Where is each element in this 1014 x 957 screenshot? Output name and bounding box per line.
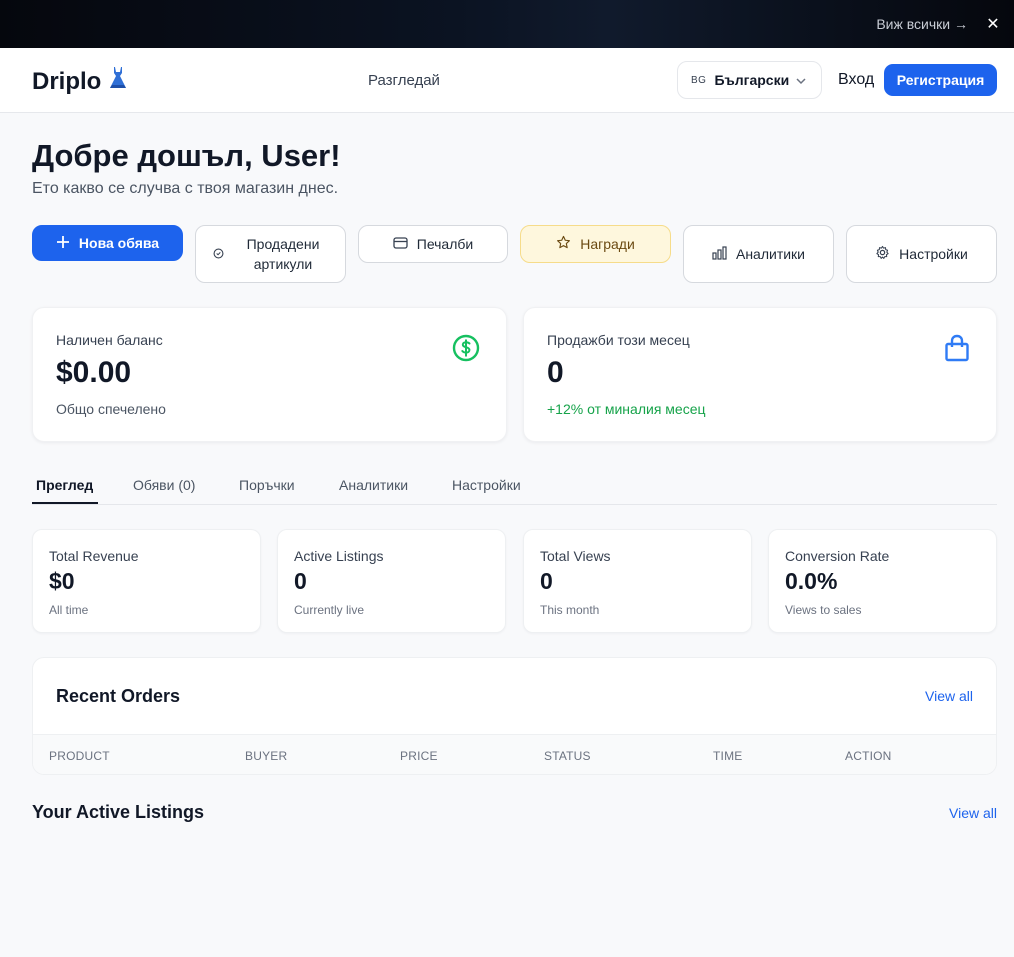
column-header-status: STATUS xyxy=(544,749,591,763)
announcement-bar: Виж всички → ✕ xyxy=(0,0,1014,48)
dashboard-tabs: Преглед Обяви (0) Поръчки Аналитики Наст… xyxy=(32,466,997,505)
new-listing-button[interactable]: Нова обява xyxy=(32,225,183,261)
column-header-product: PRODUCT xyxy=(49,749,110,763)
column-header-price: PRICE xyxy=(400,749,438,763)
active-listings-title: Your Active Listings xyxy=(32,802,205,822)
bar-chart-icon xyxy=(712,245,727,263)
listings-view-all-link[interactable]: View all xyxy=(949,805,997,821)
credit-card-icon xyxy=(393,236,408,252)
stat-card-active-listings: Active Listings 0 Currently live xyxy=(277,529,506,633)
register-button[interactable]: Регистрация xyxy=(884,64,997,96)
site-header: Driplo Разгледай BG Български Вход Регис… xyxy=(0,48,1014,113)
plus-icon xyxy=(56,235,70,252)
stat-label: Total Revenue xyxy=(49,548,139,564)
language-selector[interactable]: BG Български xyxy=(677,61,822,99)
stat-card-views: Total Views 0 This month xyxy=(523,529,752,633)
page-title: Добре дошъл, User! xyxy=(32,138,341,173)
column-header-action: ACTION xyxy=(845,749,892,763)
tab-analytics[interactable]: Аналитики xyxy=(339,477,408,493)
rewards-label: Награди xyxy=(580,236,635,252)
stat-value: $0 xyxy=(49,568,75,594)
tab-settings[interactable]: Настройки xyxy=(452,477,521,493)
analytics-label: Аналитики xyxy=(735,246,806,262)
page-subtitle: Ето какво се случва с твоя магазин днес. xyxy=(32,180,339,197)
balance-value: $0.00 xyxy=(56,356,132,389)
orders-table-header: PRODUCT BUYER PRICE STATUS TIME ACTION xyxy=(33,734,996,774)
active-tab-indicator xyxy=(32,502,98,504)
column-header-buyer: BUYER xyxy=(245,749,288,763)
balance-card: Наличен баланс $0.00 Общо спечелено xyxy=(32,307,507,442)
stat-sub: Views to sales xyxy=(785,603,862,617)
stat-card-revenue: Total Revenue $0 All time xyxy=(32,529,261,633)
balance-label: Наличен баланс xyxy=(56,332,163,348)
tab-orders[interactable]: Поръчки xyxy=(239,477,295,493)
sales-label: Продажби този месец xyxy=(547,332,690,348)
new-listing-label: Нова обява xyxy=(78,235,160,251)
banner-view-all-link[interactable]: Виж всички → xyxy=(876,16,968,32)
language-name: Български xyxy=(714,72,790,88)
stat-label: Total Views xyxy=(540,548,611,564)
stat-label: Active Listings xyxy=(294,548,384,564)
nav-browse-link[interactable]: Разгледай xyxy=(368,72,440,89)
login-link[interactable]: Вход xyxy=(838,71,874,89)
stat-value: 0 xyxy=(294,568,307,594)
logo[interactable]: Driplo xyxy=(32,66,129,97)
star-icon xyxy=(556,235,571,253)
stat-value: 0.0% xyxy=(785,568,838,594)
balance-sub: Общо спечелено xyxy=(56,401,166,417)
chevron-down-icon xyxy=(795,74,807,92)
tab-listings[interactable]: Обяви (0) xyxy=(133,477,195,493)
settings-label: Настройки xyxy=(899,246,968,262)
stat-sub: Currently live xyxy=(294,603,365,617)
recent-orders-panel: Recent Orders View all PRODUCT BUYER PRI… xyxy=(32,657,997,775)
recent-orders-title: Recent Orders xyxy=(56,686,181,706)
sold-items-label: Продадени артикули xyxy=(246,236,320,272)
close-icon[interactable]: ✕ xyxy=(986,14,1000,34)
earnings-label: Печалби xyxy=(416,236,474,252)
tab-overview[interactable]: Преглед xyxy=(36,477,93,493)
stat-label: Conversion Rate xyxy=(785,548,890,564)
stat-value: 0 xyxy=(540,568,553,594)
dress-icon xyxy=(107,66,129,97)
sales-card: Продажби този месец 0 +12% от миналия ме… xyxy=(523,307,997,442)
sales-sub: +12% от миналия месец xyxy=(547,401,706,417)
shopping-bag-icon xyxy=(944,334,970,367)
dollar-circle-icon xyxy=(452,334,480,367)
stat-sub: This month xyxy=(540,603,600,617)
check-circle-icon xyxy=(213,246,224,262)
gear-icon xyxy=(875,245,890,263)
analytics-button[interactable]: Аналитики xyxy=(683,225,834,283)
column-header-time: TIME xyxy=(713,749,743,763)
rewards-button[interactable]: Награди xyxy=(520,225,671,263)
stat-sub: All time xyxy=(49,603,89,617)
earnings-button[interactable]: Печалби xyxy=(358,225,508,263)
logo-text: Driplo xyxy=(32,67,102,95)
stat-card-conversion: Conversion Rate 0.0% Views to sales xyxy=(768,529,997,633)
sold-items-button[interactable]: Продадени артикули xyxy=(195,225,346,283)
orders-view-all-link[interactable]: View all xyxy=(925,688,973,704)
settings-button[interactable]: Настройки xyxy=(846,225,997,283)
language-code: BG xyxy=(691,74,707,86)
sales-value: 0 xyxy=(547,356,564,389)
